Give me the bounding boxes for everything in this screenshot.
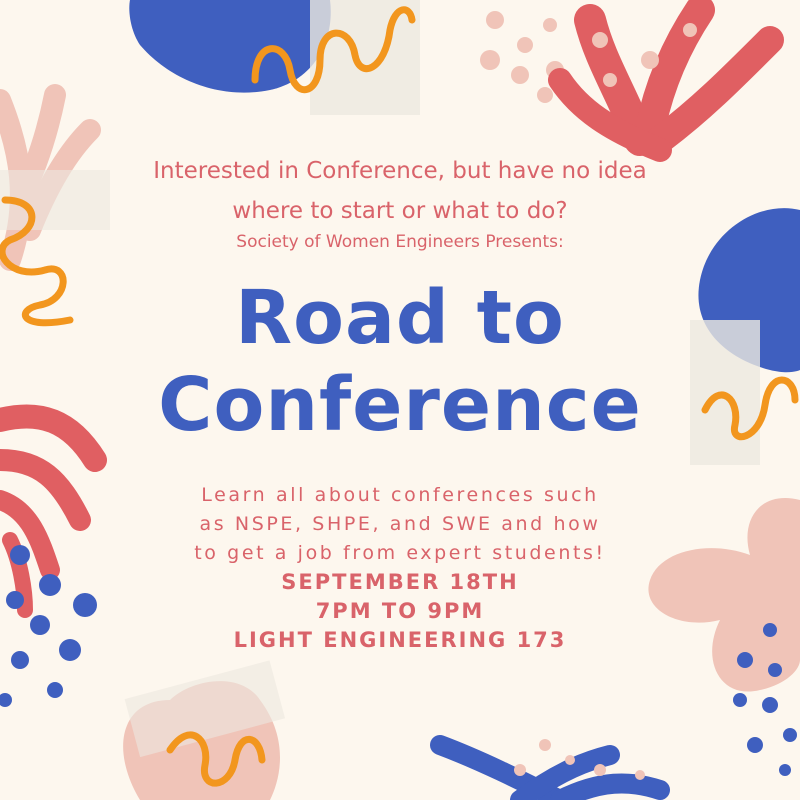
pink-dots [480,11,564,103]
presenter-text: Society of Women Engineers Presents: [236,232,564,252]
title-line-1: Road to [235,275,565,361]
intro-line-1: Interested in Conference, but have no id… [153,158,647,184]
red-coral-top [548,0,784,162]
event-location: LIGHT ENGINEERING 173 [233,628,567,652]
blue-blob-top [129,0,331,93]
paper-strip [310,0,420,115]
description-line-3: to get a job from expert students! [194,542,606,564]
description-line-1: Learn all about conferences such [201,484,599,506]
event-date: SEPTEMBER 18TH [281,570,519,594]
description-line-2: as NSPE, SHPE, and SWE and how [199,513,601,535]
blue-coral-bottom [430,735,670,800]
event-time: 7PM TO 9PM [315,599,485,623]
title-line-2: Conference [158,362,642,448]
intro-line-2: where to start or what to do? [232,198,568,224]
